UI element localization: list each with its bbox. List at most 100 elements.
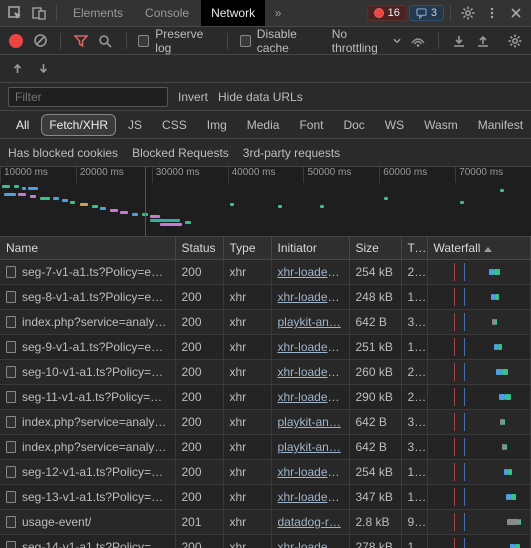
wf-load-line (454, 463, 455, 481)
table-row[interactable]: seg-11-v1-a1.ts?Policy=…200xhrxhr-loader… (0, 385, 531, 410)
cell-waterfall (427, 360, 531, 385)
col-header-status[interactable]: Status (175, 237, 223, 260)
col-header-time[interactable]: Ti… (401, 237, 427, 260)
record-button[interactable] (8, 32, 24, 50)
table-row[interactable]: seg-10-v1-a1.ts?Policy=…200xhrxhr-loader… (0, 360, 531, 385)
filter-input[interactable] (8, 87, 168, 107)
download-icon[interactable] (34, 60, 52, 78)
cell-name: seg-13-v1-a1.ts?Policy=… (0, 485, 175, 510)
network-conditions-icon[interactable] (409, 32, 425, 50)
throttling-select[interactable]: No throttling (332, 27, 402, 55)
initiator-link[interactable]: datadog-r… (278, 515, 341, 529)
timeline-bar (70, 201, 75, 204)
wf-download-bar (515, 544, 520, 548)
cell-time: 3.… (401, 310, 427, 335)
message-icon (416, 8, 427, 19)
table-row[interactable]: seg-8-v1-a1.ts?Policy=e…200xhrxhr-loader… (0, 285, 531, 310)
table-row[interactable]: seg-9-v1-a1.ts?Policy=e…200xhrxhr-loader… (0, 335, 531, 360)
wf-download-bar (494, 269, 500, 275)
initiator-link[interactable]: xhr-loader.… (278, 290, 347, 304)
cell-initiator: xhr-loader.… (271, 460, 349, 485)
type-filter-all[interactable]: All (8, 114, 37, 136)
initiator-link[interactable]: playkit-an… (278, 415, 341, 429)
hide-data-urls-checkbox[interactable]: Hide data URLs (218, 90, 303, 104)
kebab-menu-icon[interactable] (481, 2, 503, 24)
wf-download-bar (519, 519, 521, 525)
has-blocked-cookies-checkbox[interactable]: Has blocked cookies (8, 146, 118, 160)
export-har-icon[interactable] (475, 32, 491, 50)
initiator-link[interactable]: xhr-loader.… (278, 365, 347, 379)
clear-button[interactable] (32, 32, 48, 50)
invert-checkbox[interactable]: Invert (178, 90, 208, 104)
more-tabs-icon[interactable]: » (267, 2, 289, 24)
type-filter-img[interactable]: Img (199, 114, 235, 136)
wf-domcontent-line (464, 538, 465, 548)
search-icon[interactable] (97, 32, 113, 50)
table-row[interactable]: seg-14-v1-a1.ts?Policy=…200xhrxhr-loader… (0, 535, 531, 548)
settings-gear-icon[interactable] (457, 2, 479, 24)
tab-network[interactable]: Network (201, 0, 265, 26)
upload-icon[interactable] (8, 60, 26, 78)
type-filter-manifest[interactable]: Manifest (470, 114, 531, 136)
cell-status: 200 (175, 535, 223, 548)
disable-cache-checkbox[interactable]: Disable cache (240, 27, 324, 55)
panel-settings-gear-icon[interactable] (507, 32, 523, 50)
table-row[interactable]: seg-7-v1-a1.ts?Policy=e…200xhrxhr-loader… (0, 260, 531, 285)
col-header-waterfall[interactable]: Waterfall (427, 237, 531, 260)
type-filter-doc[interactable]: Doc (335, 114, 372, 136)
cell-status: 200 (175, 360, 223, 385)
col-header-size[interactable]: Size (349, 237, 401, 260)
table-row[interactable]: index.php?service=analy…200xhrplaykit-an… (0, 310, 531, 335)
cell-status: 200 (175, 285, 223, 310)
initiator-link[interactable]: playkit-an… (278, 440, 341, 454)
separator (56, 5, 57, 21)
close-devtools-icon[interactable] (505, 2, 527, 24)
device-toggle-icon[interactable] (28, 2, 50, 24)
type-filter-font[interactable]: Font (291, 114, 331, 136)
preserve-log-checkbox[interactable]: Preserve log (138, 27, 215, 55)
initiator-link[interactable]: xhr-loader.… (278, 465, 347, 479)
type-filter-wasm[interactable]: Wasm (416, 114, 466, 136)
table-row[interactable]: seg-12-v1-a1.ts?Policy=…200xhrxhr-loader… (0, 460, 531, 485)
type-filter-css[interactable]: CSS (154, 114, 195, 136)
cell-type: xhr (223, 485, 271, 510)
col-header-type[interactable]: Type (223, 237, 271, 260)
col-header-initiator[interactable]: Initiator (271, 237, 349, 260)
initiator-link[interactable]: playkit-an… (278, 315, 341, 329)
table-row[interactable]: usage-event/201xhrdatadog-r…2.8 kB9.… (0, 510, 531, 535)
message-count-badge[interactable]: 3 (409, 5, 444, 21)
table-row[interactable]: index.php?service=analy…200xhrplaykit-an… (0, 435, 531, 460)
error-count-badge[interactable]: 16 (367, 5, 407, 21)
table-row[interactable]: index.php?service=analy…200xhrplaykit-an… (0, 410, 531, 435)
type-filter-ws[interactable]: WS (377, 114, 412, 136)
type-filter-media[interactable]: Media (239, 114, 288, 136)
inspect-icon[interactable] (4, 2, 26, 24)
blocked-requests-checkbox[interactable]: Blocked Requests (132, 146, 229, 160)
checkbox-icon (138, 35, 149, 47)
file-icon (6, 266, 16, 278)
har-toolbar (0, 55, 531, 83)
filter-toggle-icon[interactable] (73, 32, 89, 50)
initiator-link[interactable]: xhr-loader.… (278, 540, 347, 548)
tab-elements[interactable]: Elements (63, 0, 133, 26)
third-party-checkbox[interactable]: 3rd-party requests (243, 146, 340, 160)
initiator-link[interactable]: xhr-loader.… (278, 490, 347, 504)
initiator-link[interactable]: xhr-loader.… (278, 340, 347, 354)
network-timeline[interactable]: 10000 ms20000 ms30000 ms40000 ms50000 ms… (0, 167, 531, 237)
file-icon (6, 491, 16, 503)
wf-wait-bar (489, 269, 494, 275)
type-filter-js[interactable]: JS (120, 114, 150, 136)
network-toolbar: Preserve log Disable cache No throttling (0, 27, 531, 55)
import-har-icon[interactable] (451, 32, 467, 50)
wf-download-bar (498, 344, 502, 350)
col-header-name[interactable]: Name (0, 237, 175, 260)
initiator-link[interactable]: xhr-loader.… (278, 390, 347, 404)
wf-domcontent-line (464, 338, 465, 356)
type-filter-fetchxhr[interactable]: Fetch/XHR (41, 114, 116, 136)
tab-console[interactable]: Console (135, 0, 199, 26)
cell-size: 2.8 kB (349, 510, 401, 535)
timeline-bar (80, 203, 88, 206)
table-row[interactable]: seg-13-v1-a1.ts?Policy=…200xhrxhr-loader… (0, 485, 531, 510)
wf-download-bar (502, 369, 508, 375)
initiator-link[interactable]: xhr-loader.… (278, 265, 347, 279)
